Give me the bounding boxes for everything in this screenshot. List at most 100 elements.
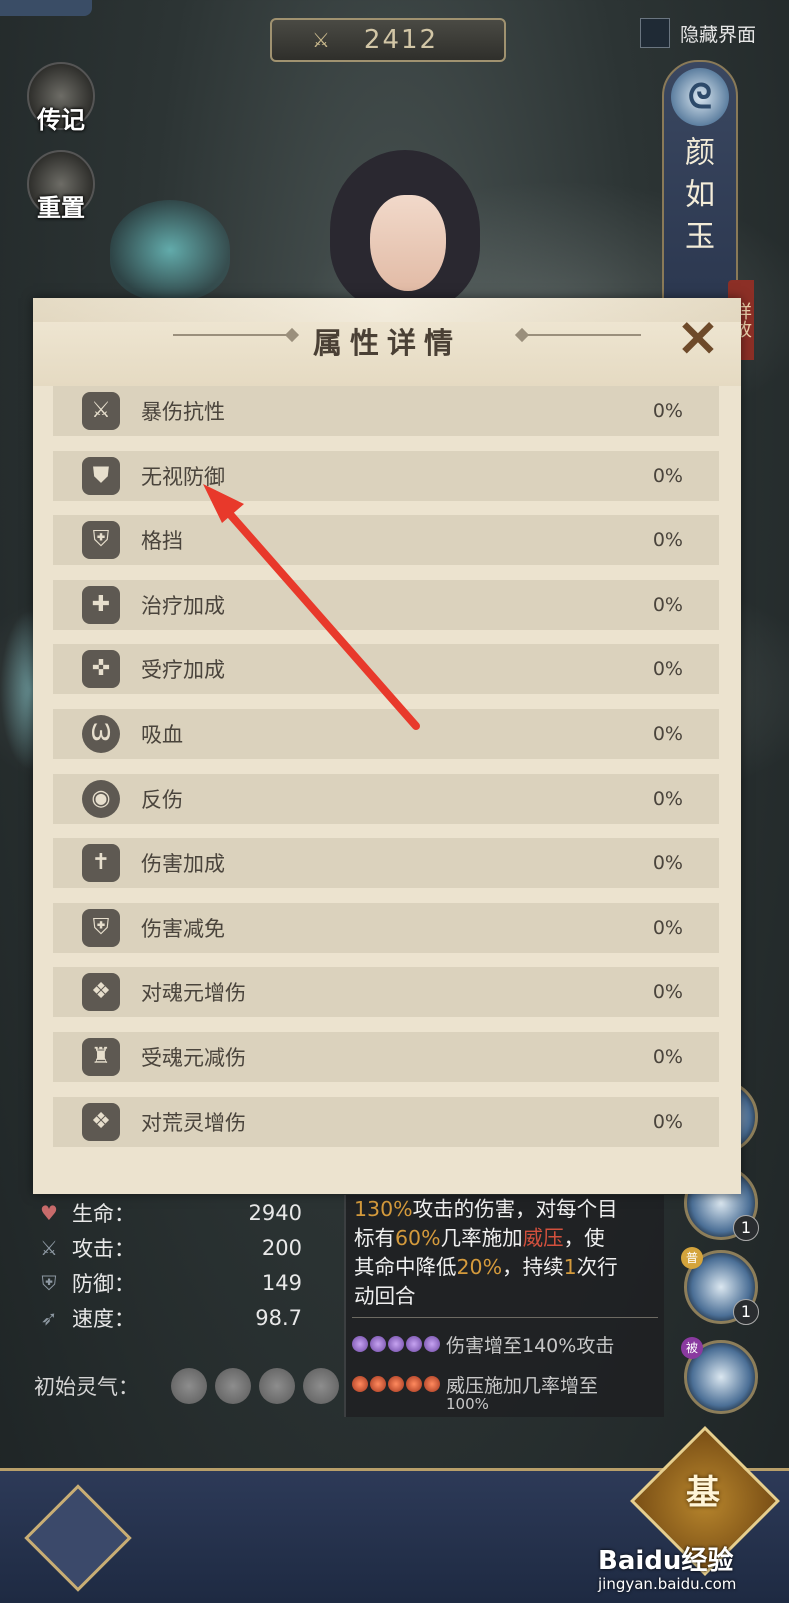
attribute-value: 0% [652,722,683,745]
attribute-value: 0% [652,529,683,552]
crit-resist-icon: ⚔ [77,387,125,435]
reset-button[interactable]: 重置 [24,150,98,223]
skill-upgrade-1-text: 伤害增至140%攻击 [446,1334,615,1357]
biography-label: 传记 [37,105,85,134]
skill-text: 其命中降低 [354,1255,457,1279]
attribute-label: 对荒灵增伤 [141,1110,246,1135]
attribute-row: ❖ 对魂元增伤 0% [53,967,719,1018]
attribute-value: 0% [652,593,683,616]
swirl-emblem-icon: ᘓ [671,68,729,126]
top-left-frame [0,0,92,16]
skill-description: 130%攻击的伤害，对每个目 标有60%几率施加威压，使 其命中降低20%，持续… [346,1195,664,1311]
received-heal-icon: ✜ [77,645,125,693]
stat-speed-value: 98.7 [255,1305,302,1330]
skill-highlight: 60% [395,1226,441,1250]
skill-text: ，持续 [502,1255,564,1279]
skill-highlight: 1 [563,1255,577,1279]
damage-bonus-icon: ✝ [77,839,125,887]
reset-label: 重置 [37,193,85,222]
stat-hp-value: 2940 [248,1200,302,1225]
attribute-label: 治疗加成 [141,593,225,618]
soul-defense-icon: ♜ [77,1033,125,1081]
baidu-watermark: Baidu经验 jingyan.baidu.com [598,1540,736,1593]
skill-orb-2[interactable]: 普 1 [681,1247,759,1325]
attribute-value: 0% [652,916,683,939]
attribute-label: 受疗加成 [141,658,225,683]
skill-type-tag: 被 [681,1337,703,1359]
attribute-row: ⛨ 格挡 0% [53,515,719,566]
skill-text: 攻击的伤害，对每个目 [412,1197,618,1221]
attribute-row: ✜ 受疗加成 0% [53,644,719,695]
stat-speed-label: 速度： [72,1306,135,1331]
aura-flame-icon [259,1368,295,1404]
attribute-row: ❖ 对荒灵增伤 0% [53,1096,719,1147]
biography-button[interactable]: 传记 [24,62,98,135]
purple-star-icons [352,1336,440,1352]
skill-text: 动回合 [354,1284,416,1308]
hide-ui-checkbox[interactable] [640,18,670,48]
stat-attack: ⚔ 攻击： 200 [34,1230,324,1265]
skill-upgrade-2-continued: 100% [446,1396,489,1412]
skill-description-panel: 130%攻击的伤害，对每个目 标有60%几率施加威压，使 其命中降低20%，持续… [344,1195,664,1417]
attribute-value: 0% [652,1110,683,1133]
combat-power-badge: ⚔ 2412 [270,18,506,62]
attribute-value: 0% [652,658,683,681]
skill-level-badge: 1 [733,1215,759,1241]
skill-orb-3[interactable]: 被 [681,1337,758,1414]
attribute-label: 对魂元增伤 [141,981,246,1006]
speed-icon: ➶ [40,1305,58,1330]
attribute-value: 0% [652,981,683,1004]
damage-reduction-icon: ⛨ [77,904,125,952]
attribute-value: 0% [652,464,683,487]
attribute-row: ⛊ 无视防御 0% [53,450,719,501]
modal-title: 属性详情 [312,326,461,360]
watermark-text: Baidu经验 [598,1546,734,1576]
sword-icon: ⚔ [40,1235,58,1260]
skill-type-tag: 普 [681,1247,703,1269]
combat-power-value: 2412 [363,25,439,55]
shield-icon: ⛨ [41,1270,57,1295]
skill-text: ，使 [563,1226,605,1250]
initial-aura: 初始灵气： [34,1368,339,1404]
attribute-list: ⚔ 暴伤抗性 0% ⛊ 无视防御 0% ⛨ 格挡 0% ✚ 治疗加成 0% ✜ 受疗加成 0% Ѡ 吸血 0% ◉ 反… [53,386,719,1161]
attribute-detail-modal: 属性详情 ✕ ⚔ 暴伤抗性 0% ⛊ 无视防御 0% ⛨ 格挡 0% ✚ 治疗加成 0% ✜ 受疗加成 0%… [33,298,741,1194]
reflect-icon: ◉ [77,775,125,823]
heart-icon: ♥ [40,1200,58,1225]
close-icon[interactable]: ✕ [673,314,723,364]
character-face [370,195,446,291]
character-name: 颜如玉 [679,136,714,262]
attribute-label: 受魂元减伤 [141,1045,246,1070]
attribute-value: 0% [652,1045,683,1068]
aura-flame-icon [215,1368,251,1404]
attribute-value: 0% [652,400,683,422]
lifesteal-icon: Ѡ [77,710,125,758]
attribute-row: ⛨ 伤害减免 0% [53,902,719,953]
attribute-label: 暴伤抗性 [141,400,225,424]
skill-text: 次行 [576,1255,618,1279]
basic-tab-label: 基 [686,1473,720,1513]
stat-defense-label: 防御： [72,1271,135,1296]
stat-defense-value: 149 [261,1270,302,1295]
attribute-label: 反伤 [141,787,183,812]
attribute-label: 伤害加成 [141,852,225,877]
block-icon: ⛨ [77,516,125,564]
attribute-row: Ѡ 吸血 0% [53,708,719,759]
aura-flame-icon [303,1368,339,1404]
initial-aura-label: 初始灵气： [34,1375,139,1399]
aura-flame-icon [171,1368,207,1404]
stat-hp: ♥ 生命： 2940 [34,1195,324,1230]
skill-keyword: 威压 [522,1226,564,1250]
attribute-value: 0% [652,787,683,810]
attribute-label: 吸血 [141,722,183,747]
stat-defense: ⛨ 防御： 149 [34,1265,324,1300]
skill-upgrade-1: 伤害增至140%攻击 [346,1324,664,1364]
stats-panel: ♥ 生命： 2940 ⚔ 攻击： 200 ⛨ 防御： 149 ➶ 速度： 98.… [34,1195,324,1335]
header-decoration [33,298,741,322]
attribute-label: 无视防御 [141,464,225,489]
hide-ui-toggle[interactable]: 隐藏界面 [640,18,756,48]
skill-highlight: 20% [456,1255,503,1279]
stat-speed: ➶ 速度： 98.7 [34,1300,324,1335]
stat-attack-label: 攻击： [72,1236,135,1261]
lotus-decoration [110,200,230,300]
attribute-row: ✝ 伤害加成 0% [53,838,719,889]
